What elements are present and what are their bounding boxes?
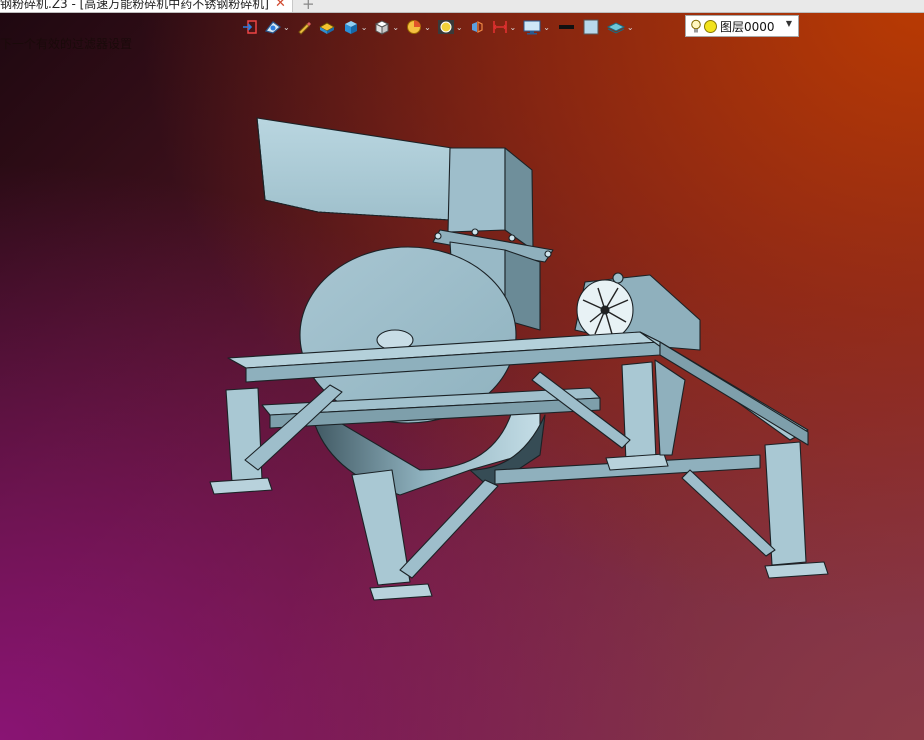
- grinder-model-viewport[interactable]: [0, 0, 924, 740]
- hopper: [256, 117, 534, 251]
